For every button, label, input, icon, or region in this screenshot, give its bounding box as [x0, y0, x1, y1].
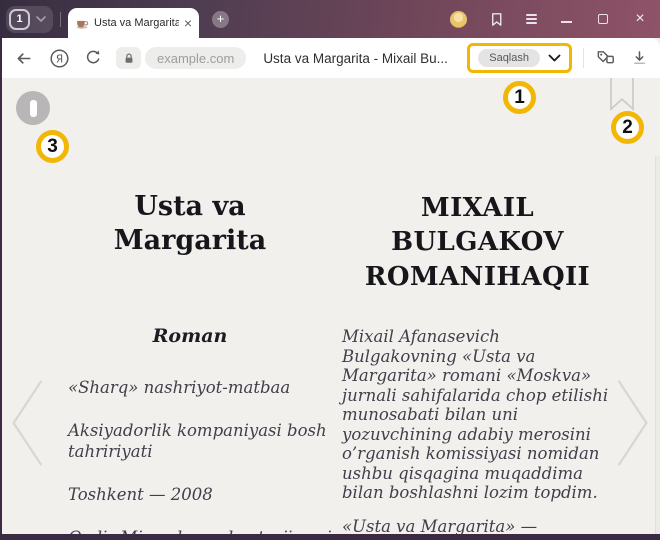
site-security-lock[interactable]: [116, 47, 141, 69]
menu-icon[interactable]: [526, 14, 537, 24]
browser-tab[interactable]: Usta va Margarita - Mixa ×: [68, 8, 199, 38]
address-bar-page-title[interactable]: Usta va Margarita - Mixail Bu...: [263, 51, 467, 66]
imprint-line: Aksiyadorlik kompaniyasi bosh tahririyat…: [68, 420, 336, 462]
annotation-highlight-box: Saqlash: [467, 43, 572, 73]
browser-window: 1 Usta va Margarita - Mixa × + ×: [0, 0, 660, 540]
lock-icon: [123, 52, 135, 65]
download-button[interactable]: [631, 49, 648, 67]
refresh-button[interactable]: [84, 49, 102, 67]
bookmark-ribbon-icon[interactable]: [607, 78, 637, 116]
profile-avatar[interactable]: [450, 11, 467, 28]
save-dropdown-chevron-icon[interactable]: [548, 54, 561, 62]
annotation-badge-3: 3: [36, 130, 69, 163]
arrow-left-icon: [14, 49, 33, 68]
imprint-block: «Sharq» nashriyot-matbaa Aksiyadorlik ko…: [68, 377, 336, 540]
window-left-border: [0, 38, 2, 534]
address-bar-domain[interactable]: example.com: [145, 47, 246, 69]
save-button[interactable]: Saqlash: [478, 49, 540, 67]
chapter-heading: MIXAIL BULGAKOV ROMANIHAQII: [325, 191, 630, 294]
minimize-button[interactable]: [558, 11, 574, 27]
scrollbar[interactable]: [655, 156, 660, 540]
toolbar-separator: [583, 48, 584, 68]
refresh-icon: [84, 49, 102, 67]
annotation-badge-1: 1: [503, 81, 536, 114]
browser-toolbar: Я example.com Usta va Margarita - Mixail…: [0, 38, 660, 78]
collections-button[interactable]: [595, 48, 616, 68]
chevron-right-icon: [611, 375, 655, 471]
imprint-line: «Sharq» nashriyot-matbaa: [68, 377, 336, 398]
close-button[interactable]: ×: [632, 11, 648, 27]
new-tab-button[interactable]: +: [212, 11, 229, 28]
maximize-button[interactable]: [595, 11, 611, 27]
chevron-left-icon: [5, 375, 49, 471]
tab-count: 1: [9, 9, 30, 30]
next-page-button[interactable]: [611, 375, 655, 476]
tab-counter-button[interactable]: 1: [6, 6, 53, 33]
chapter-paragraph: Mixail Afanasevich Bulgakovning «Usta va…: [342, 327, 657, 503]
book-title: Usta va Margarita: [40, 190, 340, 258]
annotation-badge-2: 2: [611, 111, 644, 144]
close-icon: ×: [635, 11, 644, 27]
download-icon: [631, 49, 648, 67]
tab-title: Usta va Margarita - Mixa: [94, 17, 179, 29]
bookmarks-panel-icon[interactable]: [488, 11, 505, 28]
window-bottom-border: [0, 534, 660, 540]
pause-icon: [30, 100, 37, 117]
titlebar: 1 Usta va Margarita - Mixa × + ×: [0, 0, 660, 38]
imprint-line: Toshkent — 2008: [68, 484, 336, 505]
back-button[interactable]: [14, 49, 33, 68]
prev-page-button[interactable]: [5, 375, 49, 476]
coffee-cup-favicon-icon: [75, 16, 89, 30]
pause-button[interactable]: [16, 91, 50, 125]
yandex-icon: Я: [49, 48, 70, 69]
tab-close-icon[interactable]: ×: [184, 16, 192, 30]
titlebar-separator: [60, 12, 61, 27]
book-subtitle: Roman: [40, 325, 340, 347]
svg-text:Я: Я: [56, 53, 63, 65]
yandex-logo-button[interactable]: Я: [49, 48, 70, 69]
page-content: Usta va Margarita Roman «Sharq» nashriyo…: [0, 78, 660, 534]
collections-tag-icon: [595, 48, 616, 68]
chevron-down-icon: [36, 16, 46, 22]
